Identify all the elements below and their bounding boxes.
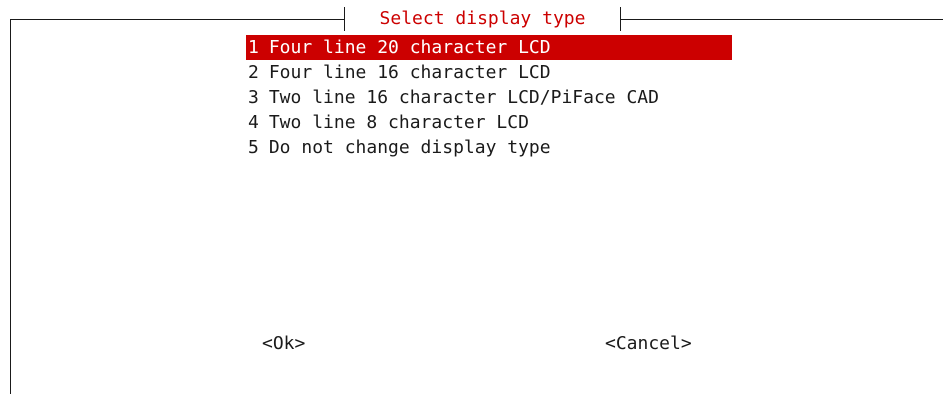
dialog-title: Select display type <box>379 8 586 29</box>
menu-item-label: Two line 8 character LCD <box>268 112 529 133</box>
menu-item-label: Four line 16 character LCD <box>268 62 551 83</box>
menu-item-two-line-16[interactable]: 3 Two line 16 character LCD/PiFace CAD <box>246 85 746 110</box>
menu-item-number: 1 <box>248 37 259 58</box>
dialog-border-top-left <box>10 19 344 20</box>
menu-item-four-line-16[interactable]: 2 Four line 16 character LCD <box>246 60 746 85</box>
menu-item-do-not-change[interactable]: 5 Do not change display type <box>246 135 746 160</box>
display-type-menu: 1 Four line 20 character LCD 2 Four line 1… <box>246 35 746 160</box>
ok-button[interactable]: <Ok> <box>262 332 305 356</box>
menu-item-four-line-20[interactable]: 1 Four line 20 character LCD <box>246 35 732 60</box>
menu-item-number: 2 <box>248 62 259 83</box>
menu-item-number: 4 <box>248 112 259 133</box>
menu-item-label: Two line 16 character LCD/PiFace CAD <box>268 87 659 108</box>
dialog-border-top-right <box>621 19 943 20</box>
menu-item-number: 5 <box>248 137 259 158</box>
title-tee-right <box>620 7 621 31</box>
menu-item-label: Do not change display type <box>268 137 551 158</box>
dialog-border-left <box>10 19 11 394</box>
menu-item-label: Four line 20 character LCD <box>268 37 551 58</box>
dialog-title-frame: Select display type <box>344 7 621 31</box>
cancel-button[interactable]: <Cancel> <box>605 332 692 356</box>
menu-item-two-line-8[interactable]: 4 Two line 8 character LCD <box>246 110 746 135</box>
menu-item-number: 3 <box>248 87 259 108</box>
